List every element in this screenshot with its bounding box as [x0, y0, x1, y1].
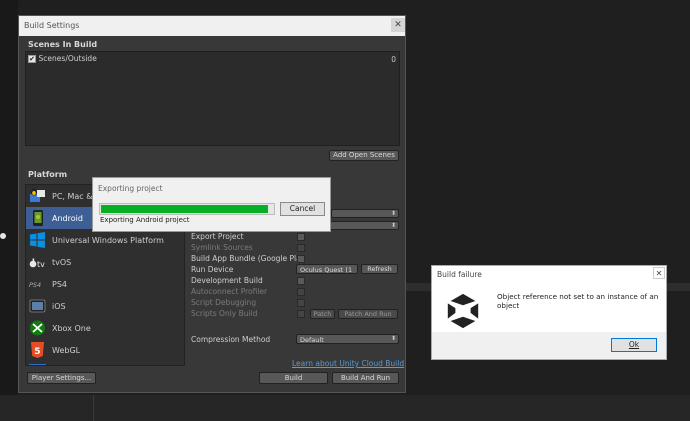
- scenes-list[interactable]: ✔ Scenes/Outside 0: [25, 51, 400, 146]
- scene-index: 0: [391, 55, 396, 64]
- dropdown-arrow-icon: ⬍: [390, 222, 396, 229]
- ok-button[interactable]: Ok: [611, 338, 657, 352]
- platform-label: Xbox One: [52, 324, 91, 333]
- cloud-build-link[interactable]: Learn about Unity Cloud Build: [292, 359, 404, 368]
- script-debugging-label: Script Debugging: [191, 298, 257, 307]
- html5-icon: 5: [31, 342, 44, 358]
- platform-item-xbox[interactable]: Xbox One: [26, 317, 184, 339]
- compression-method-label: Compression Method: [191, 335, 271, 344]
- compression-method-value: Default: [300, 336, 324, 344]
- progress-bar-fill: [101, 205, 268, 213]
- platform-label: PS4: [52, 280, 67, 289]
- failure-message: Object reference not set to an instance …: [497, 292, 659, 310]
- unity-logo-icon: [447, 293, 479, 329]
- build-app-bundle-toggle[interactable]: [297, 255, 305, 263]
- windows-icon: [30, 232, 45, 248]
- platform-header: Platform: [28, 170, 68, 179]
- platform-label: Android: [52, 214, 83, 223]
- platform-label: tvOS: [52, 258, 72, 267]
- symlink-sources-toggle[interactable]: [297, 244, 305, 252]
- platform-item-ps4[interactable]: PS4 PS4: [26, 273, 184, 295]
- export-project-label: Export Project: [191, 232, 244, 241]
- script-debugging-toggle[interactable]: [297, 299, 305, 307]
- background-divider: [93, 395, 94, 421]
- symlink-sources-label: Symlink Sources: [191, 243, 253, 252]
- texture-compression-dropdown[interactable]: ⬍: [331, 209, 399, 218]
- add-open-scenes-button[interactable]: Add Open Scenes: [329, 150, 399, 161]
- dropdown-arrow-icon: ⬍: [390, 335, 396, 342]
- development-build-label: Development Build: [191, 276, 263, 285]
- platform-label: PC, Mac &: [52, 192, 93, 201]
- export-progress-dialog: Exporting project Cancel Exporting Andro…: [92, 177, 331, 232]
- platform-item-webgl[interactable]: 5 WebGL: [26, 339, 184, 361]
- background-panel-left: [0, 0, 18, 421]
- android-icon: [33, 210, 43, 226]
- failure-titlebar[interactable]: Build failure ✕: [432, 266, 666, 282]
- cancel-button[interactable]: Cancel: [280, 202, 325, 216]
- patch-button[interactable]: Patch: [310, 309, 335, 319]
- build-settings-titlebar[interactable]: Build Settings ✕: [19, 16, 405, 36]
- development-build-toggle[interactable]: [297, 277, 305, 285]
- ps4-icon: PS4: [29, 281, 41, 289]
- ios-icon: [29, 299, 46, 313]
- platform-item-partial[interactable]: [26, 361, 184, 365]
- platform-label: iOS: [52, 302, 66, 311]
- window-title: Build Settings: [24, 21, 80, 30]
- failure-close-button[interactable]: ✕: [653, 267, 665, 279]
- autoconnect-profiler-toggle[interactable]: [297, 288, 305, 296]
- dropdown-arrow-icon: ⬍: [390, 210, 396, 217]
- platform-item-uwp[interactable]: Universal Windows Platform: [26, 229, 184, 251]
- pc-mac-linux-icon: [30, 188, 45, 202]
- run-device-value: Oculus Quest (1: [300, 266, 353, 274]
- patch-and-run-button[interactable]: Patch And Run: [338, 309, 398, 319]
- svg-text:PS4: PS4: [29, 281, 41, 289]
- background-bottom-panel: [0, 395, 690, 421]
- scripts-only-build-toggle[interactable]: [297, 310, 305, 318]
- build-app-bundle-label: Build App Bundle (Google Play: [191, 254, 306, 263]
- run-device-dropdown[interactable]: Oculus Quest (1: [296, 264, 358, 274]
- platform-label: Universal Windows Platform: [52, 236, 164, 245]
- appletv-icon: tv: [29, 258, 45, 269]
- scene-name: Scenes/Outside: [38, 54, 97, 63]
- scene-checkbox[interactable]: ✔: [28, 54, 36, 63]
- background-dot: [0, 233, 6, 239]
- autoconnect-profiler-label: Autoconnect Profiler: [191, 287, 268, 296]
- svg-text:5: 5: [34, 347, 40, 357]
- build-and-run-button[interactable]: Build And Run: [332, 372, 399, 384]
- player-settings-button[interactable]: Player Settings...: [27, 372, 96, 384]
- svg-text:tv: tv: [37, 260, 45, 269]
- platform-label: WebGL: [52, 346, 81, 355]
- run-device-label: Run Device: [191, 265, 234, 274]
- scripts-only-build-label: Scripts Only Build: [191, 309, 258, 318]
- platform-item-ios[interactable]: iOS: [26, 295, 184, 317]
- failure-title: Build failure: [437, 270, 482, 279]
- window-close-button[interactable]: ✕: [391, 18, 405, 32]
- progress-message: Exporting Android project: [100, 216, 190, 224]
- xbox-icon: [30, 320, 45, 336]
- partial-platform-icon: [29, 364, 46, 365]
- build-button[interactable]: Build: [259, 372, 328, 384]
- refresh-button[interactable]: Refresh: [361, 264, 398, 274]
- progress-title: Exporting project: [98, 184, 163, 193]
- scenes-header: Scenes In Build: [28, 40, 98, 49]
- progress-bar: [99, 203, 275, 215]
- export-project-toggle[interactable]: [297, 233, 305, 241]
- build-failure-dialog: Build failure ✕ Object reference not set…: [431, 265, 667, 360]
- platform-item-tvos[interactable]: tv tvOS: [26, 251, 184, 273]
- compression-method-dropdown[interactable]: Default ⬍: [296, 334, 399, 344]
- scene-row[interactable]: ✔ Scenes/Outside: [28, 54, 97, 63]
